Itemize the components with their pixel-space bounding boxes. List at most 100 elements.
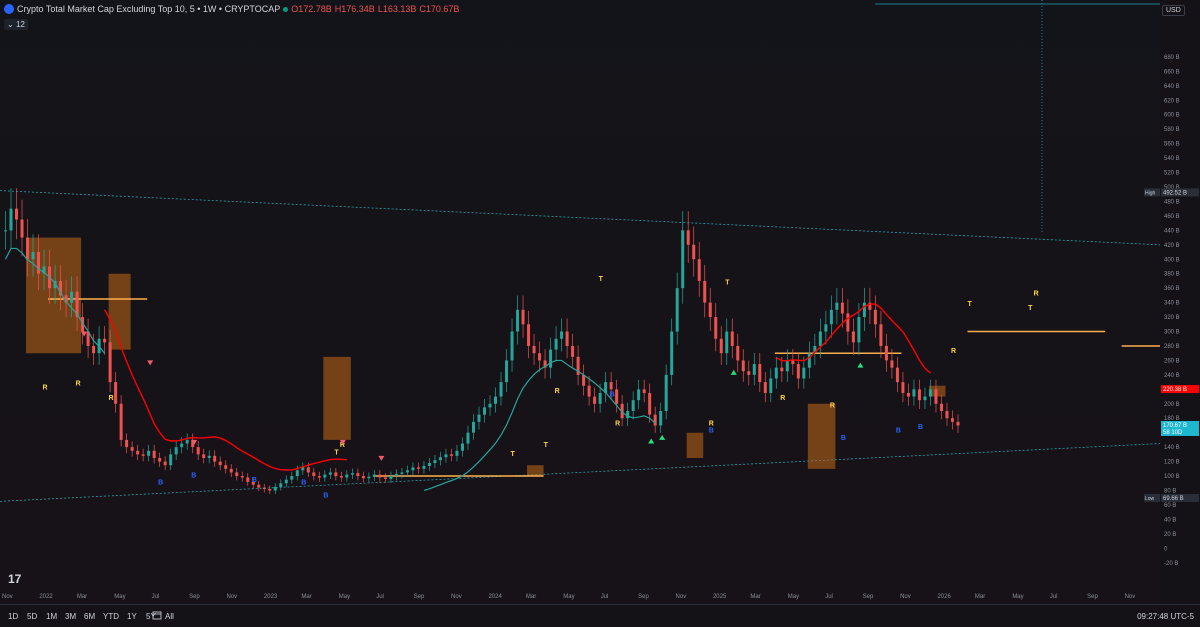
y-tick-label: -20 B — [1164, 561, 1178, 567]
chevron-down-icon: ⌄ — [7, 20, 14, 29]
candle-body — [257, 484, 261, 488]
candle-body — [499, 382, 503, 397]
price-axis[interactable]: 680 B 660 B 640 B 620 B 600 B 580 B 560 B 540 B… — [1160, 0, 1200, 604]
low-label: Low — [1145, 496, 1155, 502]
candle-body — [895, 367, 899, 383]
reversal-label: R — [615, 420, 620, 427]
y-tick-label: 0 — [1164, 546, 1168, 552]
y-tick-label: 120 B — [1164, 460, 1180, 466]
candle-body — [284, 479, 288, 484]
x-tick-label: Sep — [638, 594, 649, 600]
candle-body — [218, 461, 222, 466]
candle-body — [774, 367, 778, 379]
candle-body — [840, 302, 844, 314]
market-status-icon — [283, 6, 289, 12]
candle-body — [136, 450, 140, 455]
candle-body — [758, 364, 762, 383]
y-tick-label: 340 B — [1164, 301, 1180, 307]
reversal-label: R — [780, 395, 785, 402]
top-label: T — [599, 276, 604, 283]
candle-body — [411, 467, 415, 471]
candle-body — [372, 474, 376, 477]
x-tick-label: 2022 — [39, 594, 53, 600]
candle-body — [697, 259, 701, 281]
symbol-title[interactable]: Crypto Total Market Cap Excluding Top 10… — [17, 4, 280, 14]
y-tick-label: 580 B — [1164, 127, 1180, 133]
candle-body — [339, 476, 343, 478]
top-label: T — [725, 280, 730, 287]
timeframe-all-button[interactable]: All — [165, 612, 174, 621]
tradingview-logo-icon[interactable]: 17 — [8, 572, 21, 586]
sell-triangle-icon — [81, 331, 88, 337]
candle-body — [527, 324, 531, 346]
timeframe-1d-button[interactable]: 1D — [8, 612, 18, 621]
candle-body — [427, 463, 431, 466]
candle-body — [939, 403, 943, 412]
reversal-label: R — [109, 395, 114, 402]
low-value: L163.13B — [377, 4, 417, 14]
y-tick-label: 40 B — [1164, 517, 1176, 523]
timeframe-5d-button[interactable]: 5D — [27, 612, 37, 621]
candlestick-chart[interactable]: Nov 2022 Mar May Jul Sep Nov 2023 Mar May Jul Sep No… — [0, 0, 1160, 604]
candle-body — [15, 208, 19, 220]
calendar-icon[interactable] — [152, 610, 162, 620]
candle-body — [119, 403, 123, 440]
candle-body — [587, 385, 591, 397]
buy-triangle-icon — [648, 438, 655, 444]
resistance-value-tag: 220.38 B — [1163, 387, 1187, 393]
x-tick-label: Nov — [1125, 594, 1136, 600]
reversal-label: R — [1034, 290, 1039, 297]
x-tick-label: 2024 — [488, 594, 502, 600]
candle-body — [9, 208, 13, 231]
high-label: High — [1145, 190, 1156, 196]
timeframe-1m-button[interactable]: 1M — [46, 612, 57, 621]
candle-body — [692, 244, 696, 260]
candle-body — [912, 389, 916, 397]
candle-body — [763, 382, 767, 393]
candle-body — [268, 489, 272, 491]
currency-button[interactable]: USD — [1162, 5, 1185, 16]
candle-body — [433, 460, 437, 464]
candle-body — [917, 389, 921, 401]
candle-body — [516, 309, 520, 332]
buy-label: B — [709, 428, 714, 435]
chart-plot-area[interactable]: Nov 2022 Mar May Jul Sep Nov 2023 Mar May Jul Sep No… — [0, 0, 1160, 604]
y-tick-label: 380 B — [1164, 272, 1180, 278]
candle-body — [416, 467, 420, 469]
high-value: H176.34B — [334, 4, 375, 14]
y-tick-label: 320 B — [1164, 315, 1180, 321]
candle-body — [609, 382, 613, 390]
candle-body — [785, 360, 789, 372]
x-tick-label: 2026 — [937, 594, 951, 600]
supply-zone-box — [527, 465, 544, 477]
candle-body — [389, 476, 393, 479]
timeframe-6m-button[interactable]: 6M — [84, 612, 95, 621]
timeframe-1y-button[interactable]: 1Y — [127, 612, 137, 621]
supply-zone-box — [686, 432, 704, 458]
x-tick-label: Mar — [750, 594, 760, 600]
x-tick-label: Jul — [152, 594, 160, 600]
candle-body — [328, 472, 332, 475]
indicator-collapse-button[interactable]: ⌄ 12 — [4, 19, 28, 30]
candle-body — [180, 443, 184, 448]
timeframe-ytd-button[interactable]: YTD — [103, 612, 119, 621]
candle-body — [229, 468, 233, 473]
candle-body — [169, 454, 173, 466]
candle-body — [752, 364, 756, 375]
y-tick-label: 440 B — [1164, 228, 1180, 234]
y-tick-label: 140 B — [1164, 445, 1180, 451]
candle-body — [240, 476, 244, 478]
candle-body — [769, 378, 773, 393]
candle-body — [670, 331, 674, 375]
candle-body — [934, 389, 938, 404]
candle-body — [290, 476, 294, 480]
y-tick-label: 60 B — [1164, 503, 1176, 509]
candle-body — [394, 473, 398, 477]
clock-time[interactable]: 09:27:48 UTC-5 — [1137, 612, 1194, 621]
timeframe-3m-button[interactable]: 3M — [65, 612, 76, 621]
symbol-header[interactable]: Crypto Total Market Cap Excluding Top 10… — [4, 4, 459, 14]
buy-label: B — [301, 480, 306, 487]
candle-body — [312, 472, 316, 477]
candle-body — [565, 331, 569, 346]
candle-body — [554, 338, 558, 350]
